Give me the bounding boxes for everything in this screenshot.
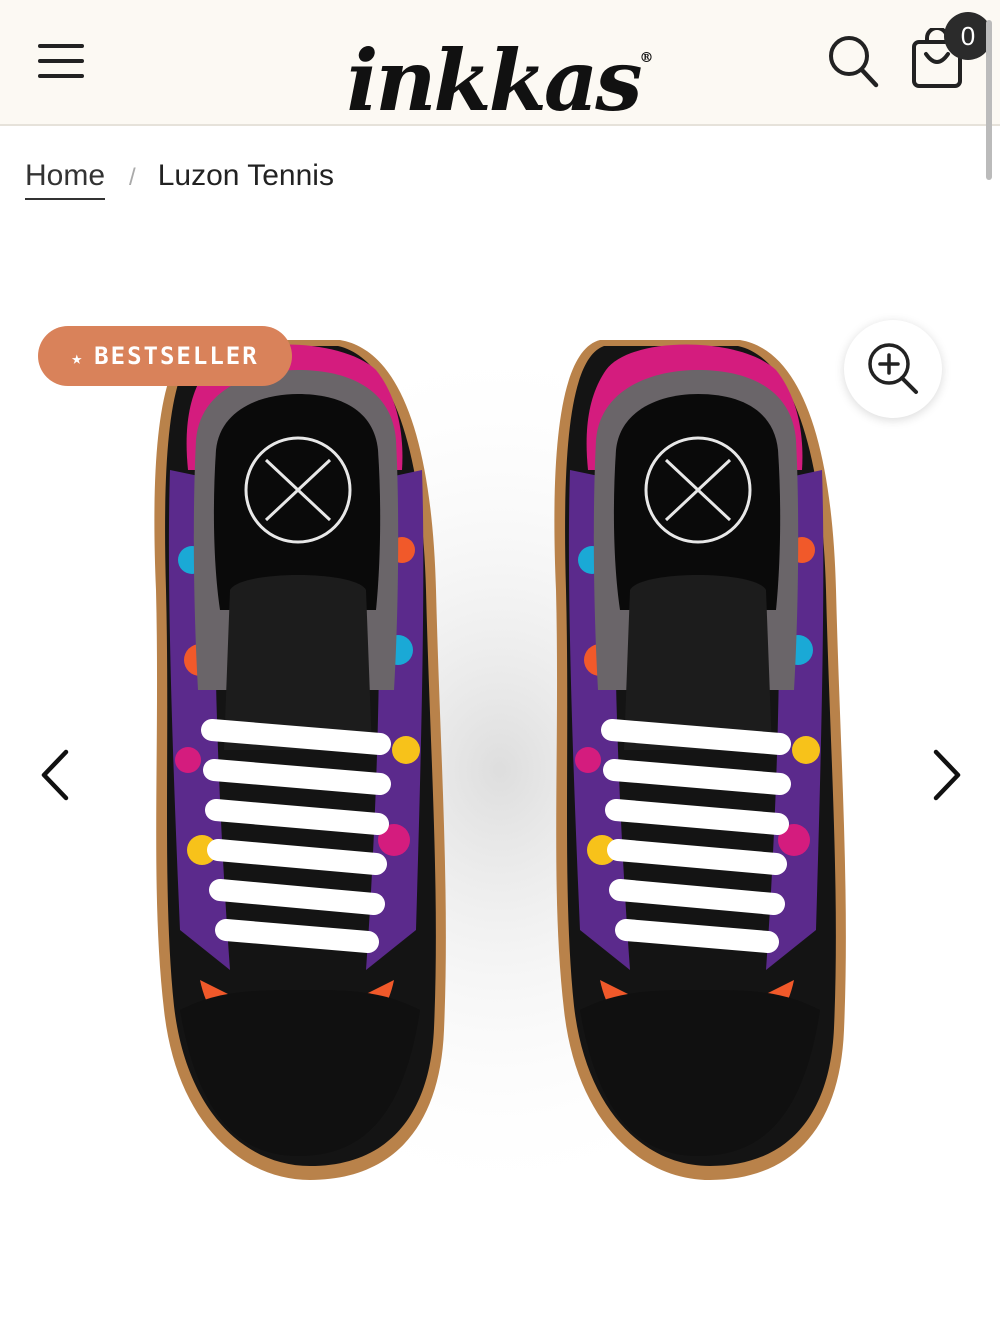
star-icon: ★ xyxy=(71,348,85,369)
scrollbar[interactable] xyxy=(986,20,992,180)
search-icon[interactable] xyxy=(826,33,880,89)
breadcrumb: Home / Luzon Tennis xyxy=(25,156,334,200)
bestseller-badge: ★ BESTSELLER xyxy=(38,326,292,386)
breadcrumb-separator: / xyxy=(129,164,136,191)
chevron-left-icon[interactable] xyxy=(36,746,76,804)
cart-count-badge: 0 xyxy=(944,12,992,60)
chevron-right-icon[interactable] xyxy=(926,746,966,804)
registered-mark: ® xyxy=(639,50,654,66)
brand-logo[interactable]: inkkas® xyxy=(340,8,660,130)
right-shoe xyxy=(554,340,845,1180)
zoom-in-icon[interactable] xyxy=(844,320,942,418)
breadcrumb-home-link[interactable]: Home xyxy=(25,156,106,200)
breadcrumb-current: Luzon Tennis xyxy=(157,159,334,192)
hamburger-menu-icon[interactable] xyxy=(36,42,86,80)
product-image[interactable] xyxy=(130,330,870,1210)
left-shoe xyxy=(154,340,445,1180)
badge-label: BESTSELLER xyxy=(94,342,259,370)
logo-text: inkkas xyxy=(346,31,642,130)
site-header: inkkas® 0 xyxy=(0,0,1000,130)
product-gallery: ★ BESTSELLER xyxy=(0,230,1000,1333)
